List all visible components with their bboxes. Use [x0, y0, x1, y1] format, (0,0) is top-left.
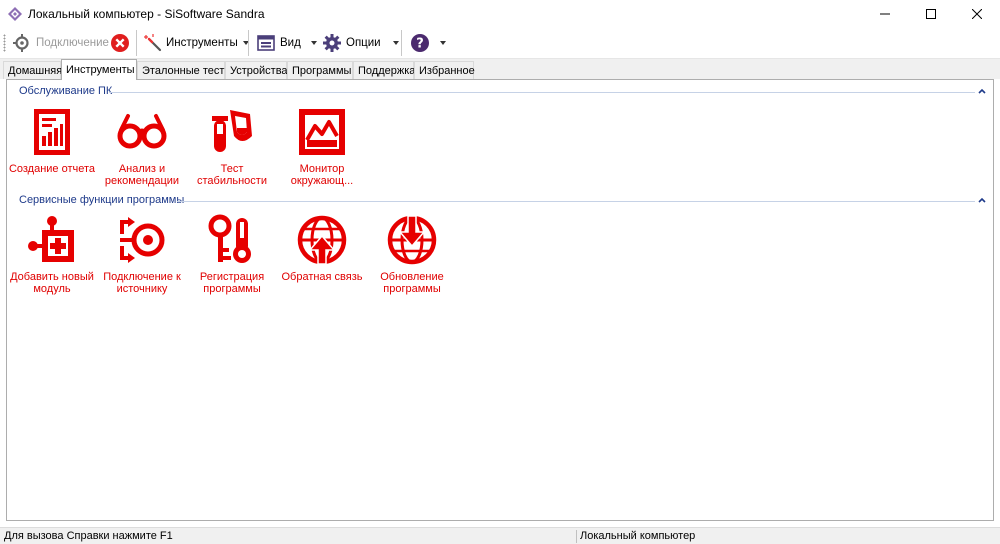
- tab-home[interactable]: Домашняя: [3, 61, 63, 79]
- connect-label: Подключение: [36, 37, 109, 49]
- status-separator: [576, 530, 577, 543]
- status-bar: Для вызова Справки нажмите F1 Локальный …: [0, 527, 1000, 544]
- connect-source-icon: [120, 217, 165, 263]
- disconnect-button[interactable]: [110, 31, 130, 55]
- toolbar: Подключение Инструменты Вид Опции ?: [0, 27, 1000, 59]
- tab-devices[interactable]: Устройства: [225, 61, 288, 79]
- monitor-chart-icon: [299, 109, 345, 155]
- help-dropdown-arrow: [440, 41, 446, 45]
- tab-label: Домашняя: [8, 64, 63, 77]
- status-help-hint: Для вызова Справки нажмите F1: [4, 530, 173, 542]
- tool-analysis-recommendations[interactable]: Анализ и рекомендации: [97, 106, 187, 187]
- tool-stability-test[interactable]: Тест стабильности: [187, 106, 277, 187]
- toolbar-separator: [401, 30, 402, 56]
- gear-icon: [323, 34, 341, 52]
- tool-label: Обратная связь: [281, 271, 363, 283]
- svg-text:?: ?: [416, 37, 424, 52]
- tools-label: Инструменты: [166, 37, 238, 49]
- tab-benchmarks[interactable]: Эталонные тесты: [137, 61, 232, 79]
- tool-label: Тест стабильности: [196, 163, 267, 187]
- view-dropdown-arrow: [310, 41, 317, 45]
- window-view-icon: [257, 35, 275, 51]
- toolbar-grip[interactable]: [3, 34, 6, 52]
- tool-label: Подключение к источнику: [103, 271, 181, 295]
- connect-button[interactable]: Подключение: [12, 31, 109, 55]
- tab-label: Инструменты: [66, 64, 135, 76]
- help-icon: ?: [411, 34, 429, 52]
- tool-update-program[interactable]: Обновление программы: [367, 214, 457, 295]
- flask-icon: [212, 110, 252, 152]
- tab-programs[interactable]: Программы: [287, 61, 353, 79]
- tool-connect-source[interactable]: Подключение к источнику: [97, 214, 187, 295]
- tool-label: Обновление программы: [380, 271, 444, 295]
- key-icon: [208, 214, 251, 263]
- options-menu-button[interactable]: Опции: [322, 31, 399, 55]
- chevron-up-icon[interactable]: [977, 86, 987, 96]
- tab-label: Эталонные тесты: [142, 64, 233, 77]
- title-bar: Локальный компьютер - SiSoftware Sandra: [0, 0, 1000, 27]
- maximize-icon: [926, 8, 936, 19]
- group-title: Обслуживание ПК: [19, 85, 113, 97]
- tools-panel: Обслуживание ПК Создание отчета Анализ и…: [6, 79, 994, 521]
- view-label: Вид: [280, 37, 301, 49]
- group-header-pc-maintenance[interactable]: Обслуживание ПК: [7, 84, 993, 100]
- window-title: Локальный компьютер - SiSoftware Sandra: [28, 6, 265, 21]
- maximize-button[interactable]: [908, 0, 954, 27]
- tool-environment-monitor[interactable]: Монитор окружающ...: [277, 106, 367, 187]
- tool-label: Добавить новый модуль: [10, 271, 94, 295]
- tab-support[interactable]: Поддержка: [353, 61, 416, 79]
- tool-create-report[interactable]: Создание отчета: [7, 106, 97, 175]
- options-dropdown-arrow: [392, 41, 399, 45]
- close-icon: [972, 8, 982, 19]
- tool-label: Регистрация программы: [199, 271, 265, 295]
- tool-label: Монитор окружающ...: [290, 163, 354, 187]
- glasses-icon: [117, 114, 167, 149]
- tab-favorites[interactable]: Избранное: [414, 61, 475, 79]
- view-menu-button[interactable]: Вид: [256, 31, 317, 55]
- group-divider: [109, 92, 975, 93]
- report-icon: [34, 109, 70, 155]
- tools-menu-button[interactable]: Инструменты: [143, 31, 249, 55]
- tool-register-program[interactable]: Регистрация программы: [187, 214, 277, 295]
- stop-icon: [111, 34, 129, 52]
- tab-label: Поддержка: [358, 64, 416, 77]
- toolbar-separator: [248, 30, 249, 56]
- tab-bar: Домашняя Инструменты Эталонные тесты Уст…: [0, 59, 1000, 80]
- globe-down-icon: [387, 215, 437, 265]
- tool-add-module[interactable]: Добавить новый модуль: [7, 214, 97, 295]
- group-divider: [177, 201, 975, 202]
- sandra-app-icon: [8, 6, 22, 21]
- chevron-up-icon[interactable]: [977, 195, 987, 205]
- minimize-button[interactable]: [862, 0, 908, 27]
- tool-label: Анализ и рекомендации: [104, 163, 180, 187]
- tool-feedback[interactable]: Обратная связь: [277, 214, 367, 283]
- help-menu-button[interactable]: ?: [410, 31, 446, 55]
- magic-wand-icon: [144, 34, 162, 52]
- group-header-service-functions[interactable]: Сервисные функции программы: [7, 193, 993, 209]
- globe-up-icon: [297, 215, 347, 265]
- add-module-icon: [28, 216, 74, 262]
- options-label: Опции: [346, 37, 381, 49]
- tool-label: Создание отчета: [8, 163, 96, 175]
- toolbar-separator: [136, 30, 137, 56]
- close-window-button[interactable]: [954, 0, 1000, 27]
- tab-label: Устройства: [230, 64, 288, 77]
- minimize-icon: [880, 13, 890, 14]
- group-title: Сервисные функции программы: [19, 194, 185, 206]
- status-computer: Локальный компьютер: [580, 530, 696, 542]
- tab-tools[interactable]: Инструменты: [61, 59, 137, 80]
- tab-label: Избранное: [419, 64, 475, 77]
- connect-icon: [13, 34, 29, 52]
- tab-label: Программы: [292, 64, 352, 77]
